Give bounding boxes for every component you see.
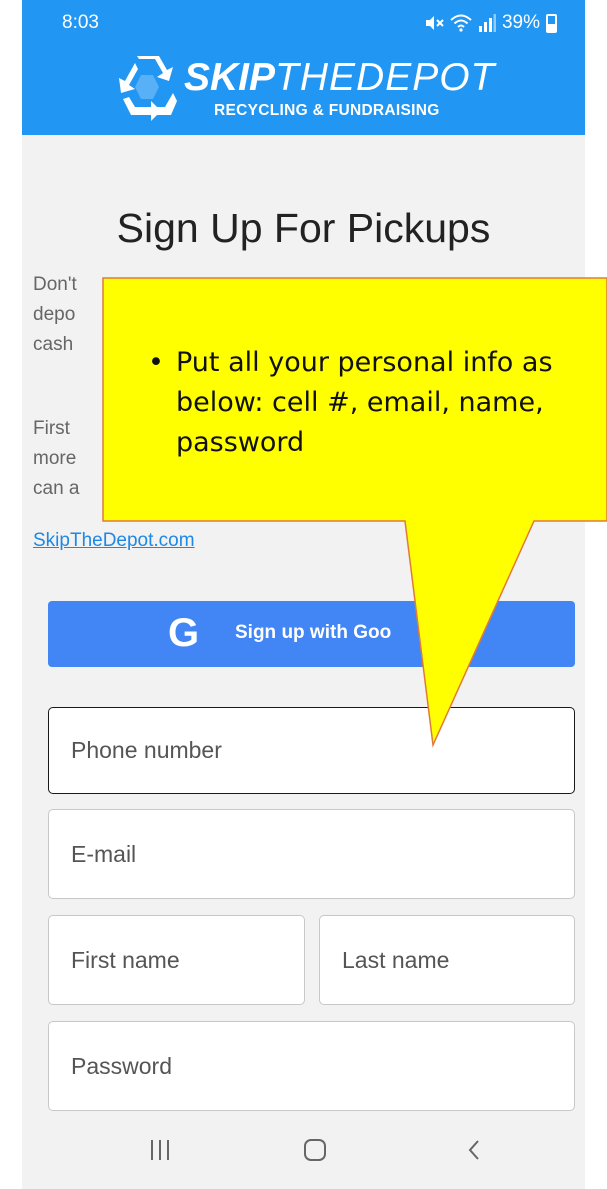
system-navbar xyxy=(22,1111,585,1189)
recent-apps-icon xyxy=(151,1140,169,1160)
brand-bold: SKIP xyxy=(184,56,276,99)
email-field[interactable]: E-mail xyxy=(48,809,575,899)
signal-icon xyxy=(478,14,496,32)
google-icon: G xyxy=(168,611,200,655)
status-icons: 39% xyxy=(424,12,557,34)
back-icon xyxy=(468,1140,479,1160)
annotation-bullet: • xyxy=(148,347,164,378)
battery-icon xyxy=(546,13,557,33)
recent-apps-button[interactable] xyxy=(120,1111,200,1189)
brand-tagline: RECYCLING & FUNDRAISING xyxy=(214,102,440,119)
page-title: Sign Up For Pickups xyxy=(116,205,491,251)
recycle-logo-icon xyxy=(119,56,177,121)
details-line-3: can a xyxy=(33,478,80,499)
home-button[interactable] xyxy=(275,1111,355,1189)
intro-line-1: Don't xyxy=(33,274,77,295)
first-name-placeholder: First name xyxy=(71,946,180,973)
home-icon xyxy=(304,1139,326,1161)
phone-screen: 8:03 39% SKIPTHEDEPOT RECYCLING & FUNDRA… xyxy=(22,0,585,1189)
phone-number-field[interactable]: Phone number xyxy=(48,707,575,794)
password-field[interactable]: Password xyxy=(48,1021,575,1111)
first-name-field[interactable]: First name xyxy=(48,915,305,1005)
last-name-placeholder: Last name xyxy=(342,946,450,973)
brand-name: SKIPTHEDEPOT xyxy=(184,58,495,98)
last-name-field[interactable]: Last name xyxy=(319,915,575,1005)
password-placeholder: Password xyxy=(71,1052,172,1079)
wifi-icon xyxy=(450,14,472,32)
annotation-text-block: • Put all your personal info as below: c… xyxy=(148,343,588,463)
mute-icon xyxy=(425,16,444,30)
email-placeholder: E-mail xyxy=(71,840,137,867)
status-time: 8:03 xyxy=(62,12,99,33)
google-signup-button[interactable]: G Sign up with Goo xyxy=(48,601,575,667)
annotation-text: Put all your personal info as below: cel… xyxy=(176,347,553,458)
phone-placeholder: Phone number xyxy=(71,737,222,763)
app-header: 8:03 39% SKIPTHEDEPOT RECYCLING & FUNDRA… xyxy=(22,0,585,135)
battery-percent: 39% xyxy=(501,12,540,33)
site-link[interactable]: SkipTheDepot.com xyxy=(33,530,195,552)
back-button[interactable] xyxy=(434,1111,514,1189)
brand-light: THEDEPOT xyxy=(275,56,496,99)
intro-line-2: depo xyxy=(33,304,76,325)
google-signup-label: Sign up with Goo xyxy=(235,622,392,643)
